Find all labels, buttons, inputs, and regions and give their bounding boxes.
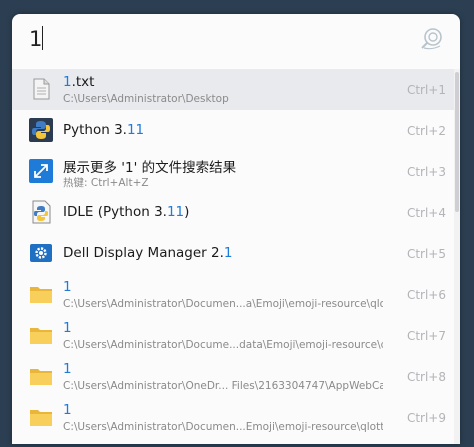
shortcut-label: Ctrl+1 [406, 83, 446, 97]
search-input[interactable]: 1 [29, 26, 42, 52]
shortcut-label: Ctrl+4 [406, 206, 446, 220]
folder-icon [30, 328, 52, 344]
folder-icon [30, 287, 52, 303]
result-row-folder[interactable]: 1 C:\Users\Administrator\Docume...data\E… [12, 315, 454, 356]
launcher-window: 1 1.txt C:\Users\Administrator\Desktop C… [12, 14, 460, 444]
search-bar[interactable]: 1 [12, 14, 460, 64]
result-title: 1 [63, 279, 72, 295]
shortcut-label: Ctrl+7 [406, 329, 446, 343]
idle-python-icon [32, 200, 51, 224]
result-path: C:\Users\Administrator\Desktop [63, 93, 229, 105]
result-title: 展示更多 '1' 的文件搜索结果 [63, 160, 237, 176]
result-row-folder[interactable]: 1 C:\Users\Administrator\Documen...Emoji… [12, 397, 454, 438]
result-title: Python 3.11 [63, 122, 145, 138]
result-title: 1 [63, 361, 72, 377]
search-logo-icon[interactable] [420, 26, 444, 50]
result-hotkey: 热键: Ctrl+Alt+Z [63, 177, 149, 189]
result-row-dell-display-manager[interactable]: Dell Display Manager 2.1 Ctrl+5 [12, 233, 454, 274]
result-title: Dell Display Manager 2.1 [63, 245, 233, 261]
expand-arrows-icon [29, 159, 53, 183]
shortcut-label: Ctrl+5 [406, 247, 446, 261]
python-icon [29, 118, 53, 142]
shortcut-label: Ctrl+8 [406, 370, 446, 384]
gear-icon [30, 244, 52, 262]
result-path: C:\Users\Administrator\Docume...data\Emo… [63, 339, 383, 351]
shortcut-label: Ctrl+2 [406, 124, 446, 138]
folder-icon [30, 410, 52, 426]
result-title: IDLE (Python 3.11) [63, 204, 190, 220]
results-list: 1.txt C:\Users\Administrator\Desktop Ctr… [12, 69, 454, 438]
result-path: C:\Users\Administrator\OneDr... Files\21… [63, 380, 383, 392]
shortcut-label: Ctrl+9 [406, 411, 446, 425]
result-title: 1 [63, 402, 72, 418]
result-path: C:\Users\Administrator\Documen...Emoji\e… [63, 421, 383, 433]
result-row-folder[interactable]: 1 C:\Users\Administrator\Documen...a\Emo… [12, 274, 454, 315]
result-row-more-file-results[interactable]: 展示更多 '1' 的文件搜索结果 热键: Ctrl+Alt+Z Ctrl+3 [12, 151, 454, 192]
result-title: 1 [63, 320, 72, 336]
scrollbar-thumb[interactable] [455, 72, 459, 212]
text-caret [42, 26, 43, 50]
result-row-text-file[interactable]: 1.txt C:\Users\Administrator\Desktop Ctr… [12, 69, 454, 110]
result-title: 1.txt [63, 74, 95, 90]
text-file-icon [33, 78, 50, 100]
shortcut-label: Ctrl+6 [406, 288, 446, 302]
result-row-python[interactable]: Python 3.11 Ctrl+2 [12, 110, 454, 151]
result-row-idle[interactable]: IDLE (Python 3.11) Ctrl+4 [12, 192, 454, 233]
shortcut-label: Ctrl+3 [406, 165, 446, 179]
result-row-folder[interactable]: 1 C:\Users\Administrator\OneDr... Files\… [12, 356, 454, 397]
result-path: C:\Users\Administrator\Documen...a\Emoji… [63, 298, 383, 310]
folder-icon [30, 369, 52, 385]
